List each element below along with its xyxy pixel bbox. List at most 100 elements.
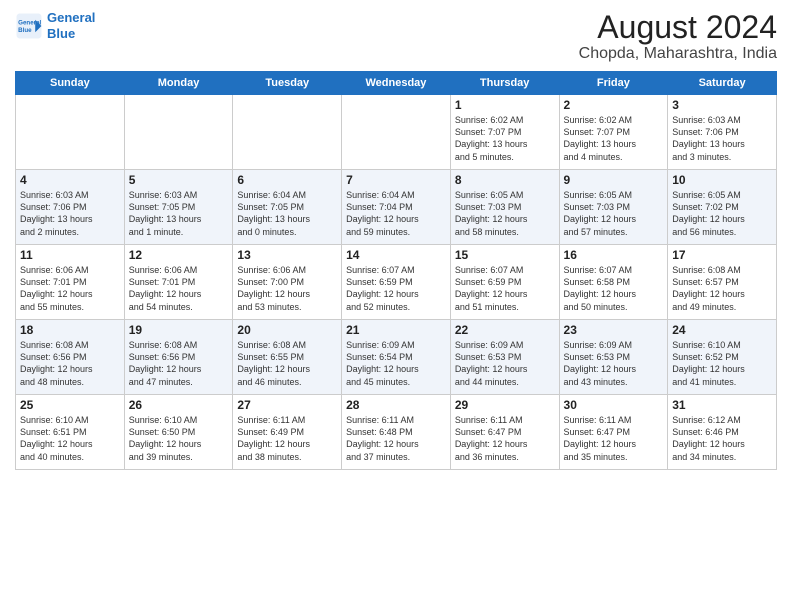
header: General Blue General Blue August 2024 Ch… [15, 10, 777, 63]
day-number: 15 [455, 248, 555, 262]
day-number: 16 [564, 248, 664, 262]
location-title: Chopda, Maharashtra, India [579, 45, 777, 63]
cell-w5-d3: 27 Sunrise: 6:11 AMSunset: 6:49 PMDayligh… [233, 395, 342, 470]
day-info: Sunrise: 6:03 AMSunset: 7:05 PMDaylight:… [129, 189, 229, 238]
calendar-header: Sunday Monday Tuesday Wednesday Thursday… [16, 72, 777, 95]
day-info: Sunrise: 6:10 AMSunset: 6:52 PMDaylight:… [672, 339, 772, 388]
cell-w1-d7: 3 Sunrise: 6:03 AMSunset: 7:06 PMDaylight… [668, 95, 777, 170]
page: General Blue General Blue August 2024 Ch… [0, 0, 792, 612]
cell-w2-d3: 6Sunrise: 6:04 AMSunset: 7:05 PMDaylight… [233, 170, 342, 245]
day-number: 17 [672, 248, 772, 262]
cell-w3-d5: 15 Sunrise: 6:07 AMSunset: 6:59 PMDayligh… [450, 245, 559, 320]
day-number: 25 [20, 398, 120, 412]
day-number: 31 [672, 398, 772, 412]
title-block: August 2024 Chopda, Maharashtra, India [579, 10, 777, 63]
day-number: 24 [672, 323, 772, 337]
cell-w5-d7: 31Sunrise: 6:12 AMSunset: 6:46 PMDayligh… [668, 395, 777, 470]
day-info: Sunrise: 6:05 AMSunset: 7:03 PMDaylight:… [455, 189, 555, 238]
cell-w2-d1: 4 Sunrise: 6:03 AMSunset: 7:06 PMDaylight… [16, 170, 125, 245]
cell-w2-d2: 5 Sunrise: 6:03 AMSunset: 7:05 PMDaylight… [124, 170, 233, 245]
week-row-1: 1 Sunrise: 6:02 AMSunset: 7:07 PMDaylight… [16, 95, 777, 170]
cell-w1-d2 [124, 95, 233, 170]
day-number: 27 [237, 398, 337, 412]
cell-w4-d5: 22 Sunrise: 6:09 AMSunset: 6:53 PMDayligh… [450, 320, 559, 395]
cell-w2-d7: 10Sunrise: 6:05 AMSunset: 7:02 PMDayligh… [668, 170, 777, 245]
week-row-2: 4 Sunrise: 6:03 AMSunset: 7:06 PMDaylight… [16, 170, 777, 245]
day-info: Sunrise: 6:08 AMSunset: 6:56 PMDaylight:… [129, 339, 229, 388]
cell-w3-d1: 11Sunrise: 6:06 AMSunset: 7:01 PMDayligh… [16, 245, 125, 320]
cell-w1-d6: 2 Sunrise: 6:02 AMSunset: 7:07 PMDaylight… [559, 95, 668, 170]
col-friday: Friday [559, 72, 668, 95]
day-number: 5 [129, 173, 229, 187]
day-info: Sunrise: 6:08 AMSunset: 6:55 PMDaylight:… [237, 339, 337, 388]
cell-w1-d3 [233, 95, 342, 170]
cell-w4-d1: 18 Sunrise: 6:08 AMSunset: 6:56 PMDayligh… [16, 320, 125, 395]
day-info: Sunrise: 6:07 AMSunset: 6:59 PMDaylight:… [455, 264, 555, 313]
cell-w4-d4: 21 Sunrise: 6:09 AMSunset: 6:54 PMDayligh… [342, 320, 451, 395]
svg-text:Blue: Blue [18, 27, 32, 34]
day-info: Sunrise: 6:03 AMSunset: 7:06 PMDaylight:… [672, 114, 772, 163]
day-number: 2 [564, 98, 664, 112]
logo: General Blue General Blue [15, 10, 95, 41]
cell-w2-d6: 9 Sunrise: 6:05 AMSunset: 7:03 PMDaylight… [559, 170, 668, 245]
day-number: 1 [455, 98, 555, 112]
cell-w4-d2: 19Sunrise: 6:08 AMSunset: 6:56 PMDayligh… [124, 320, 233, 395]
cell-w4-d6: 23Sunrise: 6:09 AMSunset: 6:53 PMDayligh… [559, 320, 668, 395]
day-number: 14 [346, 248, 446, 262]
col-sunday: Sunday [16, 72, 125, 95]
day-info: Sunrise: 6:10 AMSunset: 6:51 PMDaylight:… [20, 414, 120, 463]
month-title: August 2024 [579, 10, 777, 45]
day-info: Sunrise: 6:06 AMSunset: 7:00 PMDaylight:… [237, 264, 337, 313]
day-number: 18 [20, 323, 120, 337]
cell-w5-d2: 26Sunrise: 6:10 AMSunset: 6:50 PMDayligh… [124, 395, 233, 470]
day-info: Sunrise: 6:05 AMSunset: 7:02 PMDaylight:… [672, 189, 772, 238]
day-info: Sunrise: 6:07 AMSunset: 6:58 PMDaylight:… [564, 264, 664, 313]
day-number: 12 [129, 248, 229, 262]
calendar-body: 1 Sunrise: 6:02 AMSunset: 7:07 PMDaylight… [16, 95, 777, 470]
day-number: 9 [564, 173, 664, 187]
day-info: Sunrise: 6:07 AMSunset: 6:59 PMDaylight:… [346, 264, 446, 313]
cell-w1-d5: 1 Sunrise: 6:02 AMSunset: 7:07 PMDaylight… [450, 95, 559, 170]
day-info: Sunrise: 6:09 AMSunset: 6:54 PMDaylight:… [346, 339, 446, 388]
calendar-table: Sunday Monday Tuesday Wednesday Thursday… [15, 71, 777, 470]
day-info: Sunrise: 6:06 AMSunset: 7:01 PMDaylight:… [20, 264, 120, 313]
day-number: 23 [564, 323, 664, 337]
day-info: Sunrise: 6:04 AMSunset: 7:04 PMDaylight:… [346, 189, 446, 238]
cell-w3-d3: 13 Sunrise: 6:06 AMSunset: 7:00 PMDayligh… [233, 245, 342, 320]
day-info: Sunrise: 6:11 AMSunset: 6:48 PMDaylight:… [346, 414, 446, 463]
day-info: Sunrise: 6:09 AMSunset: 6:53 PMDaylight:… [455, 339, 555, 388]
cell-w1-d1 [16, 95, 125, 170]
day-info: Sunrise: 6:08 AMSunset: 6:56 PMDaylight:… [20, 339, 120, 388]
day-info: Sunrise: 6:11 AMSunset: 6:47 PMDaylight:… [564, 414, 664, 463]
day-number: 3 [672, 98, 772, 112]
day-info: Sunrise: 6:03 AMSunset: 7:06 PMDaylight:… [20, 189, 120, 238]
day-number: 22 [455, 323, 555, 337]
day-number: 8 [455, 173, 555, 187]
day-info: Sunrise: 6:02 AMSunset: 7:07 PMDaylight:… [455, 114, 555, 163]
week-row-3: 11Sunrise: 6:06 AMSunset: 7:01 PMDayligh… [16, 245, 777, 320]
cell-w3-d6: 16 Sunrise: 6:07 AMSunset: 6:58 PMDayligh… [559, 245, 668, 320]
week-row-4: 18 Sunrise: 6:08 AMSunset: 6:56 PMDayligh… [16, 320, 777, 395]
day-info: Sunrise: 6:11 AMSunset: 6:49 PMDaylight:… [237, 414, 337, 463]
day-number: 7 [346, 173, 446, 187]
cell-w3-d7: 17Sunrise: 6:08 AMSunset: 6:57 PMDayligh… [668, 245, 777, 320]
cell-w5-d4: 28 Sunrise: 6:11 AMSunset: 6:48 PMDayligh… [342, 395, 451, 470]
day-info: Sunrise: 6:10 AMSunset: 6:50 PMDaylight:… [129, 414, 229, 463]
day-info: Sunrise: 6:06 AMSunset: 7:01 PMDaylight:… [129, 264, 229, 313]
day-number: 28 [346, 398, 446, 412]
col-saturday: Saturday [668, 72, 777, 95]
col-tuesday: Tuesday [233, 72, 342, 95]
logo-icon: General Blue [15, 12, 43, 40]
day-number: 4 [20, 173, 120, 187]
day-number: 21 [346, 323, 446, 337]
day-number: 13 [237, 248, 337, 262]
day-number: 20 [237, 323, 337, 337]
day-info: Sunrise: 6:05 AMSunset: 7:03 PMDaylight:… [564, 189, 664, 238]
cell-w5-d6: 30 Sunrise: 6:11 AMSunset: 6:47 PMDayligh… [559, 395, 668, 470]
day-info: Sunrise: 6:02 AMSunset: 7:07 PMDaylight:… [564, 114, 664, 163]
day-number: 6 [237, 173, 337, 187]
logo-line1: General [47, 10, 95, 25]
logo-text: General Blue [47, 10, 95, 41]
day-number: 30 [564, 398, 664, 412]
cell-w2-d4: 7 Sunrise: 6:04 AMSunset: 7:04 PMDaylight… [342, 170, 451, 245]
